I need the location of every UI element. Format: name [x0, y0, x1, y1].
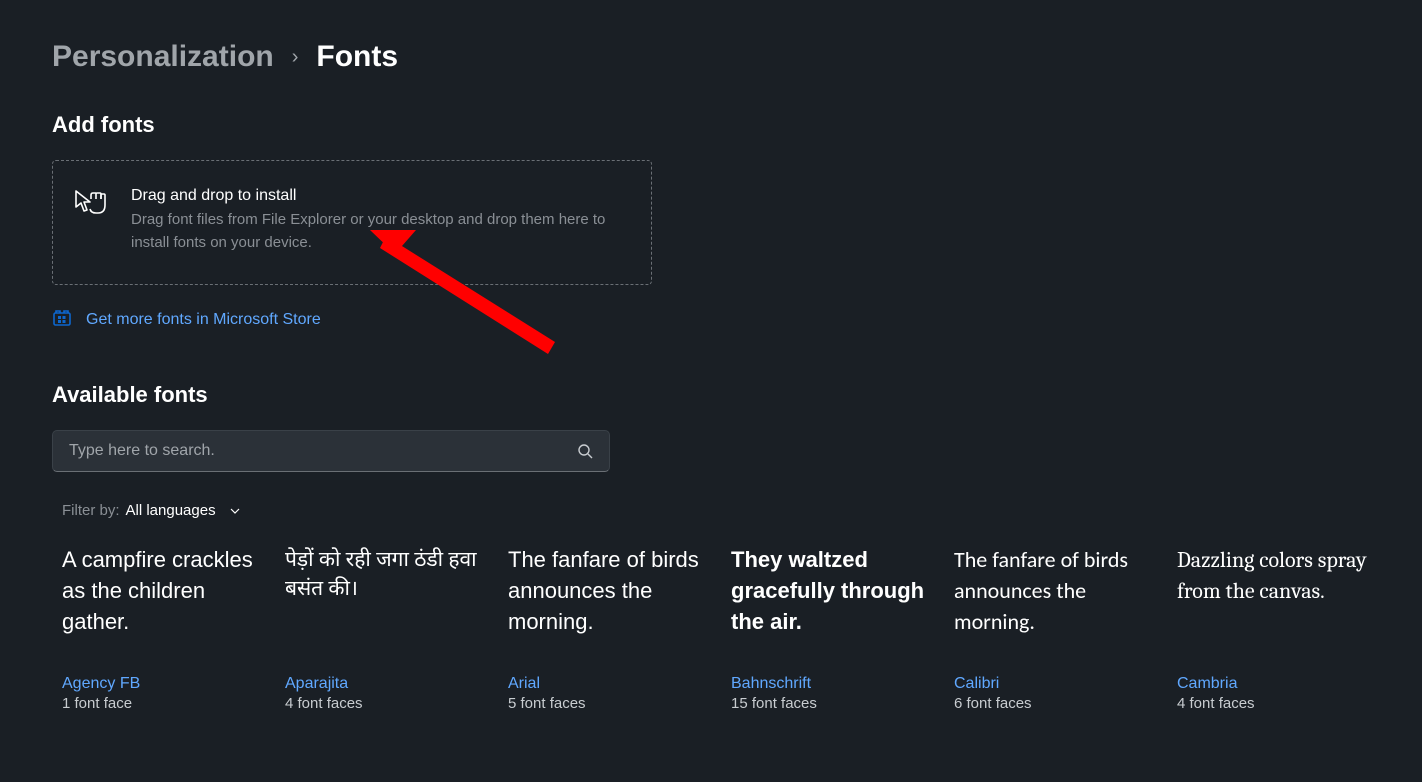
- filter-dropdown[interactable]: Filter by: All languages: [62, 502, 1422, 519]
- font-name: Arial: [508, 675, 703, 693]
- available-fonts-heading: Available fonts: [52, 382, 1422, 408]
- chevron-down-icon: [228, 504, 242, 518]
- font-preview: Dazzling colors spray from the canvas.: [1177, 545, 1372, 675]
- drag-drop-icon: [73, 189, 111, 228]
- font-name: Aparajita: [285, 675, 480, 693]
- font-name: Bahnschrift: [731, 675, 926, 693]
- add-fonts-heading: Add fonts: [52, 112, 1422, 138]
- font-card-bahnschrift[interactable]: They waltzed gracefully through the air.…: [721, 545, 936, 712]
- breadcrumb-parent-link[interactable]: Personalization: [52, 40, 274, 74]
- font-preview: The fanfare of birds announces the morni…: [508, 545, 703, 675]
- microsoft-store-icon: [52, 307, 72, 332]
- font-card-agency-fb[interactable]: A campfire crackles as the children gath…: [52, 545, 267, 712]
- dropzone-title: Drag and drop to install: [131, 187, 627, 205]
- breadcrumb-current: Fonts: [316, 40, 398, 74]
- font-name: Calibri: [954, 675, 1149, 693]
- font-preview: They waltzed gracefully through the air.: [731, 545, 926, 675]
- font-preview: A campfire crackles as the children gath…: [62, 545, 257, 675]
- font-card-aparajita[interactable]: पेड़ों को रही जगा ठंडी हवा बसंत की। Apar…: [275, 545, 490, 712]
- font-faces-count: 4 font faces: [285, 695, 480, 712]
- filter-value: All languages: [126, 502, 216, 519]
- store-link-label: Get more fonts in Microsoft Store: [86, 311, 321, 329]
- font-dropzone[interactable]: Drag and drop to install Drag font files…: [52, 160, 652, 285]
- get-more-fonts-link[interactable]: Get more fonts in Microsoft Store: [52, 307, 1422, 332]
- breadcrumb: Personalization › Fonts: [52, 40, 1422, 74]
- font-faces-count: 6 font faces: [954, 695, 1149, 712]
- search-icon[interactable]: [577, 443, 593, 459]
- chevron-right-icon: ›: [292, 46, 299, 69]
- font-preview: The fanfare of birds announces the morni…: [954, 545, 1149, 675]
- font-search-box[interactable]: [52, 430, 610, 472]
- font-preview: पेड़ों को रही जगा ठंडी हवा बसंत की।: [285, 545, 480, 675]
- font-card-arial[interactable]: The fanfare of birds announces the morni…: [498, 545, 713, 712]
- font-faces-count: 5 font faces: [508, 695, 703, 712]
- font-faces-count: 4 font faces: [1177, 695, 1372, 712]
- dropzone-description: Drag font files from File Explorer or yo…: [131, 209, 627, 254]
- font-name: Agency FB: [62, 675, 257, 693]
- filter-label: Filter by:: [62, 502, 120, 519]
- font-faces-count: 15 font faces: [731, 695, 926, 712]
- fonts-grid: A campfire crackles as the children gath…: [52, 545, 1422, 712]
- font-name: Cambria: [1177, 675, 1372, 693]
- search-input[interactable]: [69, 442, 577, 460]
- font-faces-count: 1 font face: [62, 695, 257, 712]
- font-card-calibri[interactable]: The fanfare of birds announces the morni…: [944, 545, 1159, 712]
- font-card-cambria[interactable]: Dazzling colors spray from the canvas. C…: [1167, 545, 1382, 712]
